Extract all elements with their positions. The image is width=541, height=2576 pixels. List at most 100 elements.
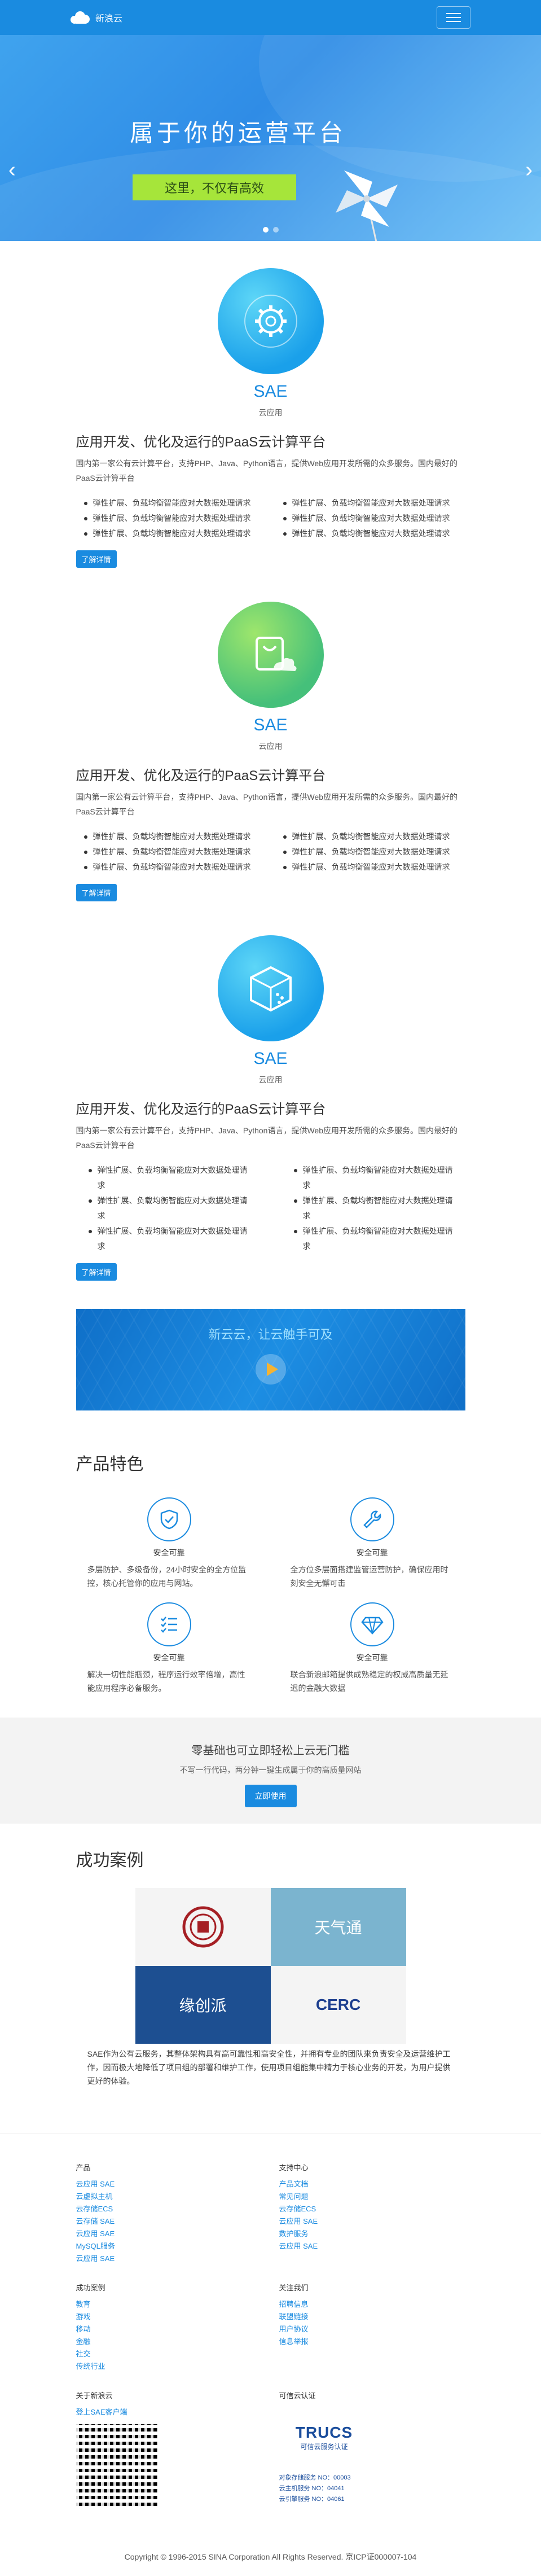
footer-link[interactable]: 招聘信息 <box>279 2298 465 2311</box>
wrench-icon <box>363 1510 381 1528</box>
footer-column-title: 可信云认证 <box>279 2391 316 2400</box>
footer-link[interactable]: 云应用 SAE <box>76 2253 262 2265</box>
gear-icon <box>244 295 297 348</box>
university-seal-icon <box>182 1906 223 1948</box>
footer-link[interactable]: 数护服务 <box>279 2228 465 2240</box>
checklist-icon <box>160 1616 177 1633</box>
product-block: SAE 云应用 应用开发、优化及运行的PaaS云计算平台 国内第一家公有云计算平… <box>76 602 465 901</box>
registration-item: 云主机服务 NO：04041 <box>279 2485 345 2492</box>
footer-link[interactable]: 云应用 SAE <box>279 2240 465 2253</box>
hero-banner: 属于你的运营平台 这里，不仅有高效 ‹ › <box>0 35 541 241</box>
case-logo[interactable]: CERC <box>270 1966 406 2044</box>
learn-more-button[interactable]: 了解详情 <box>76 884 117 901</box>
feature-title: 安全可靠 <box>356 1653 388 1662</box>
footer-link[interactable]: 移动 <box>76 2323 262 2336</box>
feature-item: 安全可靠 多层防护、多级备份，24小时安全的全方位监控，核心托管你的应用与网站。 <box>76 1497 262 1590</box>
trusted-cloud-badge[interactable]: TRUCS 可信云服务认证 <box>279 2406 370 2468</box>
menu-toggle-button[interactable] <box>437 6 470 29</box>
product-heading: 应用开发、优化及运行的PaaS云计算平台 <box>76 768 326 783</box>
footer-link[interactable]: 游戏 <box>76 2311 262 2323</box>
cta-band: 零基础也可立即轻松上云无门槛 不写一行代码，两分钟一键生成属于你的高质量网站 立… <box>0 1718 541 1824</box>
footer-link[interactable]: 金融 <box>76 2336 262 2348</box>
cases-grid: 天气通 缘创派 CERC <box>135 1888 406 2044</box>
case-logo[interactable]: 缘创派 <box>135 1966 271 2044</box>
footer-column: 关于新浪云 登上SAE客户端 <box>76 2390 262 2506</box>
footer-link[interactable]: 产品文档 <box>279 2178 465 2191</box>
footer-column: 可信云认证 TRUCS 可信云服务认证 对象存储服务 NO：00003 云主机服… <box>279 2390 465 2506</box>
footer-link[interactable]: 信息举报 <box>279 2336 465 2348</box>
list-item: 弹性扩展、负载均衡智能应对大数据处理请求 <box>88 1224 260 1254</box>
yuanchuangpai-logo: 缘创派 <box>179 1997 227 2014</box>
registration-item: 对象存储服务 NO：00003 <box>279 2474 351 2481</box>
product-heading: 应用开发、优化及运行的PaaS云计算平台 <box>76 1102 326 1117</box>
list-item: 弹性扩展、负载均衡智能应对大数据处理请求 <box>88 1193 260 1224</box>
feature-item: 安全可靠 联合新浪邮箱提供成熟稳定的权威高质量无延迟的金融大数据 <box>279 1602 465 1695</box>
footer-link[interactable]: 云应用 SAE <box>279 2215 465 2228</box>
hero-title: 属于你的运营平台 <box>130 119 347 147</box>
product-name: SAE <box>253 382 288 401</box>
hamburger-icon <box>446 13 461 14</box>
product-feature-list: 弹性扩展、负载均衡智能应对大数据处理请求 弹性扩展、负载均衡智能应对大数据处理请… <box>76 829 465 875</box>
copyright: Copyright © 1996-2015 SINA Corporation A… <box>124 2552 417 2561</box>
footer-link[interactable]: 传统行业 <box>76 2360 262 2373</box>
product-heading: 应用开发、优化及运行的PaaS云计算平台 <box>76 435 326 450</box>
promo-video[interactable]: 新云云，让云触手可及 <box>76 1309 465 1410</box>
learn-more-button[interactable]: 了解详情 <box>76 550 117 568</box>
footer-link[interactable]: 社交 <box>76 2348 262 2360</box>
case-logo[interactable]: 天气通 <box>270 1888 406 1966</box>
registration-item: 云引擎服务 NO：04061 <box>279 2496 345 2503</box>
cta-subtitle: 不写一行代码，两分钟一键生成属于你的高质量网站 <box>179 1765 362 1775</box>
cases-description: SAE作为公有云服务，其整体架构具有高可靠性和高安全性，并拥有专业的团队来负责安… <box>87 2049 451 2086</box>
footer-column-title: 产品 <box>76 2163 91 2172</box>
product-block: SAE 云应用 应用开发、优化及运行的PaaS云计算平台 国内第一家公有云计算平… <box>76 935 465 1281</box>
video-title: 新云云，让云触手可及 <box>208 1328 333 1342</box>
footer-link[interactable]: 云虚拟主机 <box>76 2191 262 2203</box>
footer-link[interactable]: 云应用 SAE <box>76 2178 262 2191</box>
footer-link[interactable]: 云存储ECS <box>279 2203 465 2215</box>
cube-icon <box>249 966 292 1012</box>
feature-desc: 联合新浪邮箱提供成熟稳定的权威高质量无延迟的金融大数据 <box>290 1670 448 1693</box>
trust-mark: TRUCS <box>295 2423 353 2441</box>
cloud-logo-icon <box>71 11 90 24</box>
footer-link[interactable]: 云存储 SAE <box>76 2215 262 2228</box>
feature-item: 安全可靠 解决一切性能瓶颈，程序运行效率倍增，高性能应用程序必备服务。 <box>76 1602 262 1695</box>
list-item: 弹性扩展、负载均衡智能应对大数据处理请求 <box>283 829 465 844</box>
product-block: SAE 云应用 应用开发、优化及运行的PaaS云计算平台 国内第一家公有云计算平… <box>76 268 465 568</box>
footer-link[interactable]: 教育 <box>76 2298 262 2311</box>
footer-column-title: 支持中心 <box>279 2163 309 2172</box>
footer-link[interactable]: MySQL服务 <box>76 2240 262 2253</box>
footer-column-title: 成功案例 <box>76 2284 105 2292</box>
learn-more-button[interactable]: 了解详情 <box>76 1263 117 1281</box>
use-now-button[interactable]: 立即使用 <box>244 1785 297 1807</box>
footer-column: 产品 云应用 SAE 云虚拟主机 云存储ECS 云存储 SAE 云应用 SAE … <box>76 2162 262 2265</box>
list-item: 弹性扩展、负载均衡智能应对大数据处理请求 <box>88 1163 260 1193</box>
hero-tagline: 这里，不仅有高效 <box>133 174 296 200</box>
feature-title: 安全可靠 <box>153 1548 185 1557</box>
play-icon[interactable] <box>255 1354 286 1385</box>
case-logo[interactable] <box>135 1888 271 1966</box>
list-item: 弹性扩展、负载均衡智能应对大数据处理请求 <box>293 1224 465 1254</box>
list-item: 弹性扩展、负载均衡智能应对大数据处理请求 <box>83 844 266 860</box>
brand-name: 新浪云 <box>95 14 123 24</box>
product-subtitle: 云应用 <box>258 1075 283 1084</box>
footer-link[interactable]: 登上SAE客户端 <box>76 2406 262 2419</box>
pinwheel-icon <box>336 170 398 241</box>
footer-link[interactable]: 云存储ECS <box>76 2203 262 2215</box>
footer-link[interactable]: 联盟链接 <box>279 2311 465 2323</box>
cta-title: 零基础也可立即轻松上云无门槛 <box>191 1745 350 1757</box>
footer-link[interactable]: 云应用 SAE <box>76 2228 262 2240</box>
footer-link[interactable]: 用户协议 <box>279 2323 465 2336</box>
registration-list: 对象存储服务 NO：00003 云主机服务 NO：04041 云引擎服务 NO：… <box>279 2473 465 2505</box>
product-icon-circle <box>217 602 324 708</box>
product-feature-list: 弹性扩展、负载均衡智能应对大数据处理请求 弹性扩展、负载均衡智能应对大数据处理请… <box>76 496 465 541</box>
hero-dot[interactable] <box>273 227 279 233</box>
shield-icon <box>160 1509 178 1530</box>
hero-next-arrow-icon[interactable]: › <box>525 159 533 181</box>
footer-link[interactable]: 常见问题 <box>279 2191 465 2203</box>
footer-links: 产品 云应用 SAE 云虚拟主机 云存储ECS 云存储 SAE 云应用 SAE … <box>76 2162 465 2506</box>
hero-dot[interactable] <box>263 227 269 233</box>
hero-prev-arrow-icon[interactable]: ‹ <box>8 159 16 181</box>
list-item: 弹性扩展、负载均衡智能应对大数据处理请求 <box>283 496 465 511</box>
brand-logo[interactable]: 新浪云 <box>71 11 122 24</box>
list-item: 弹性扩展、负载均衡智能应对大数据处理请求 <box>83 496 266 511</box>
